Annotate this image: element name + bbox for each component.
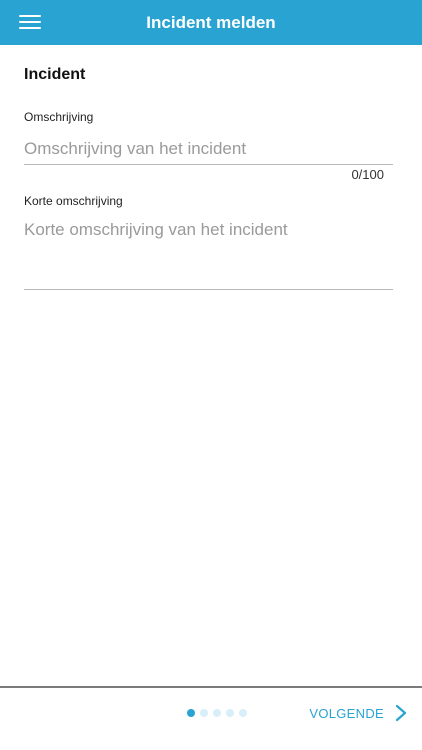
description-label: Omschrijving	[24, 110, 94, 124]
page-dot	[187, 709, 195, 717]
page-indicator	[187, 709, 247, 717]
page-dot	[226, 709, 234, 717]
page-dot	[239, 709, 247, 717]
description-input[interactable]	[24, 134, 393, 165]
page-dot	[213, 709, 221, 717]
next-button[interactable]: VOLGENDE	[309, 704, 408, 722]
app-bar: Incident melden	[0, 0, 422, 45]
chevron-right-icon	[395, 704, 407, 722]
bottom-navigation: VOLGENDE	[0, 686, 422, 750]
page-title: Incident melden	[146, 13, 276, 32]
section-title: Incident	[24, 66, 86, 83]
character-counter: 0/100	[351, 167, 384, 182]
page-dot	[200, 709, 208, 717]
next-button-label: VOLGENDE	[309, 705, 384, 721]
short-description-label: Korte omschrijving	[24, 194, 123, 208]
short-description-input[interactable]	[24, 219, 393, 290]
